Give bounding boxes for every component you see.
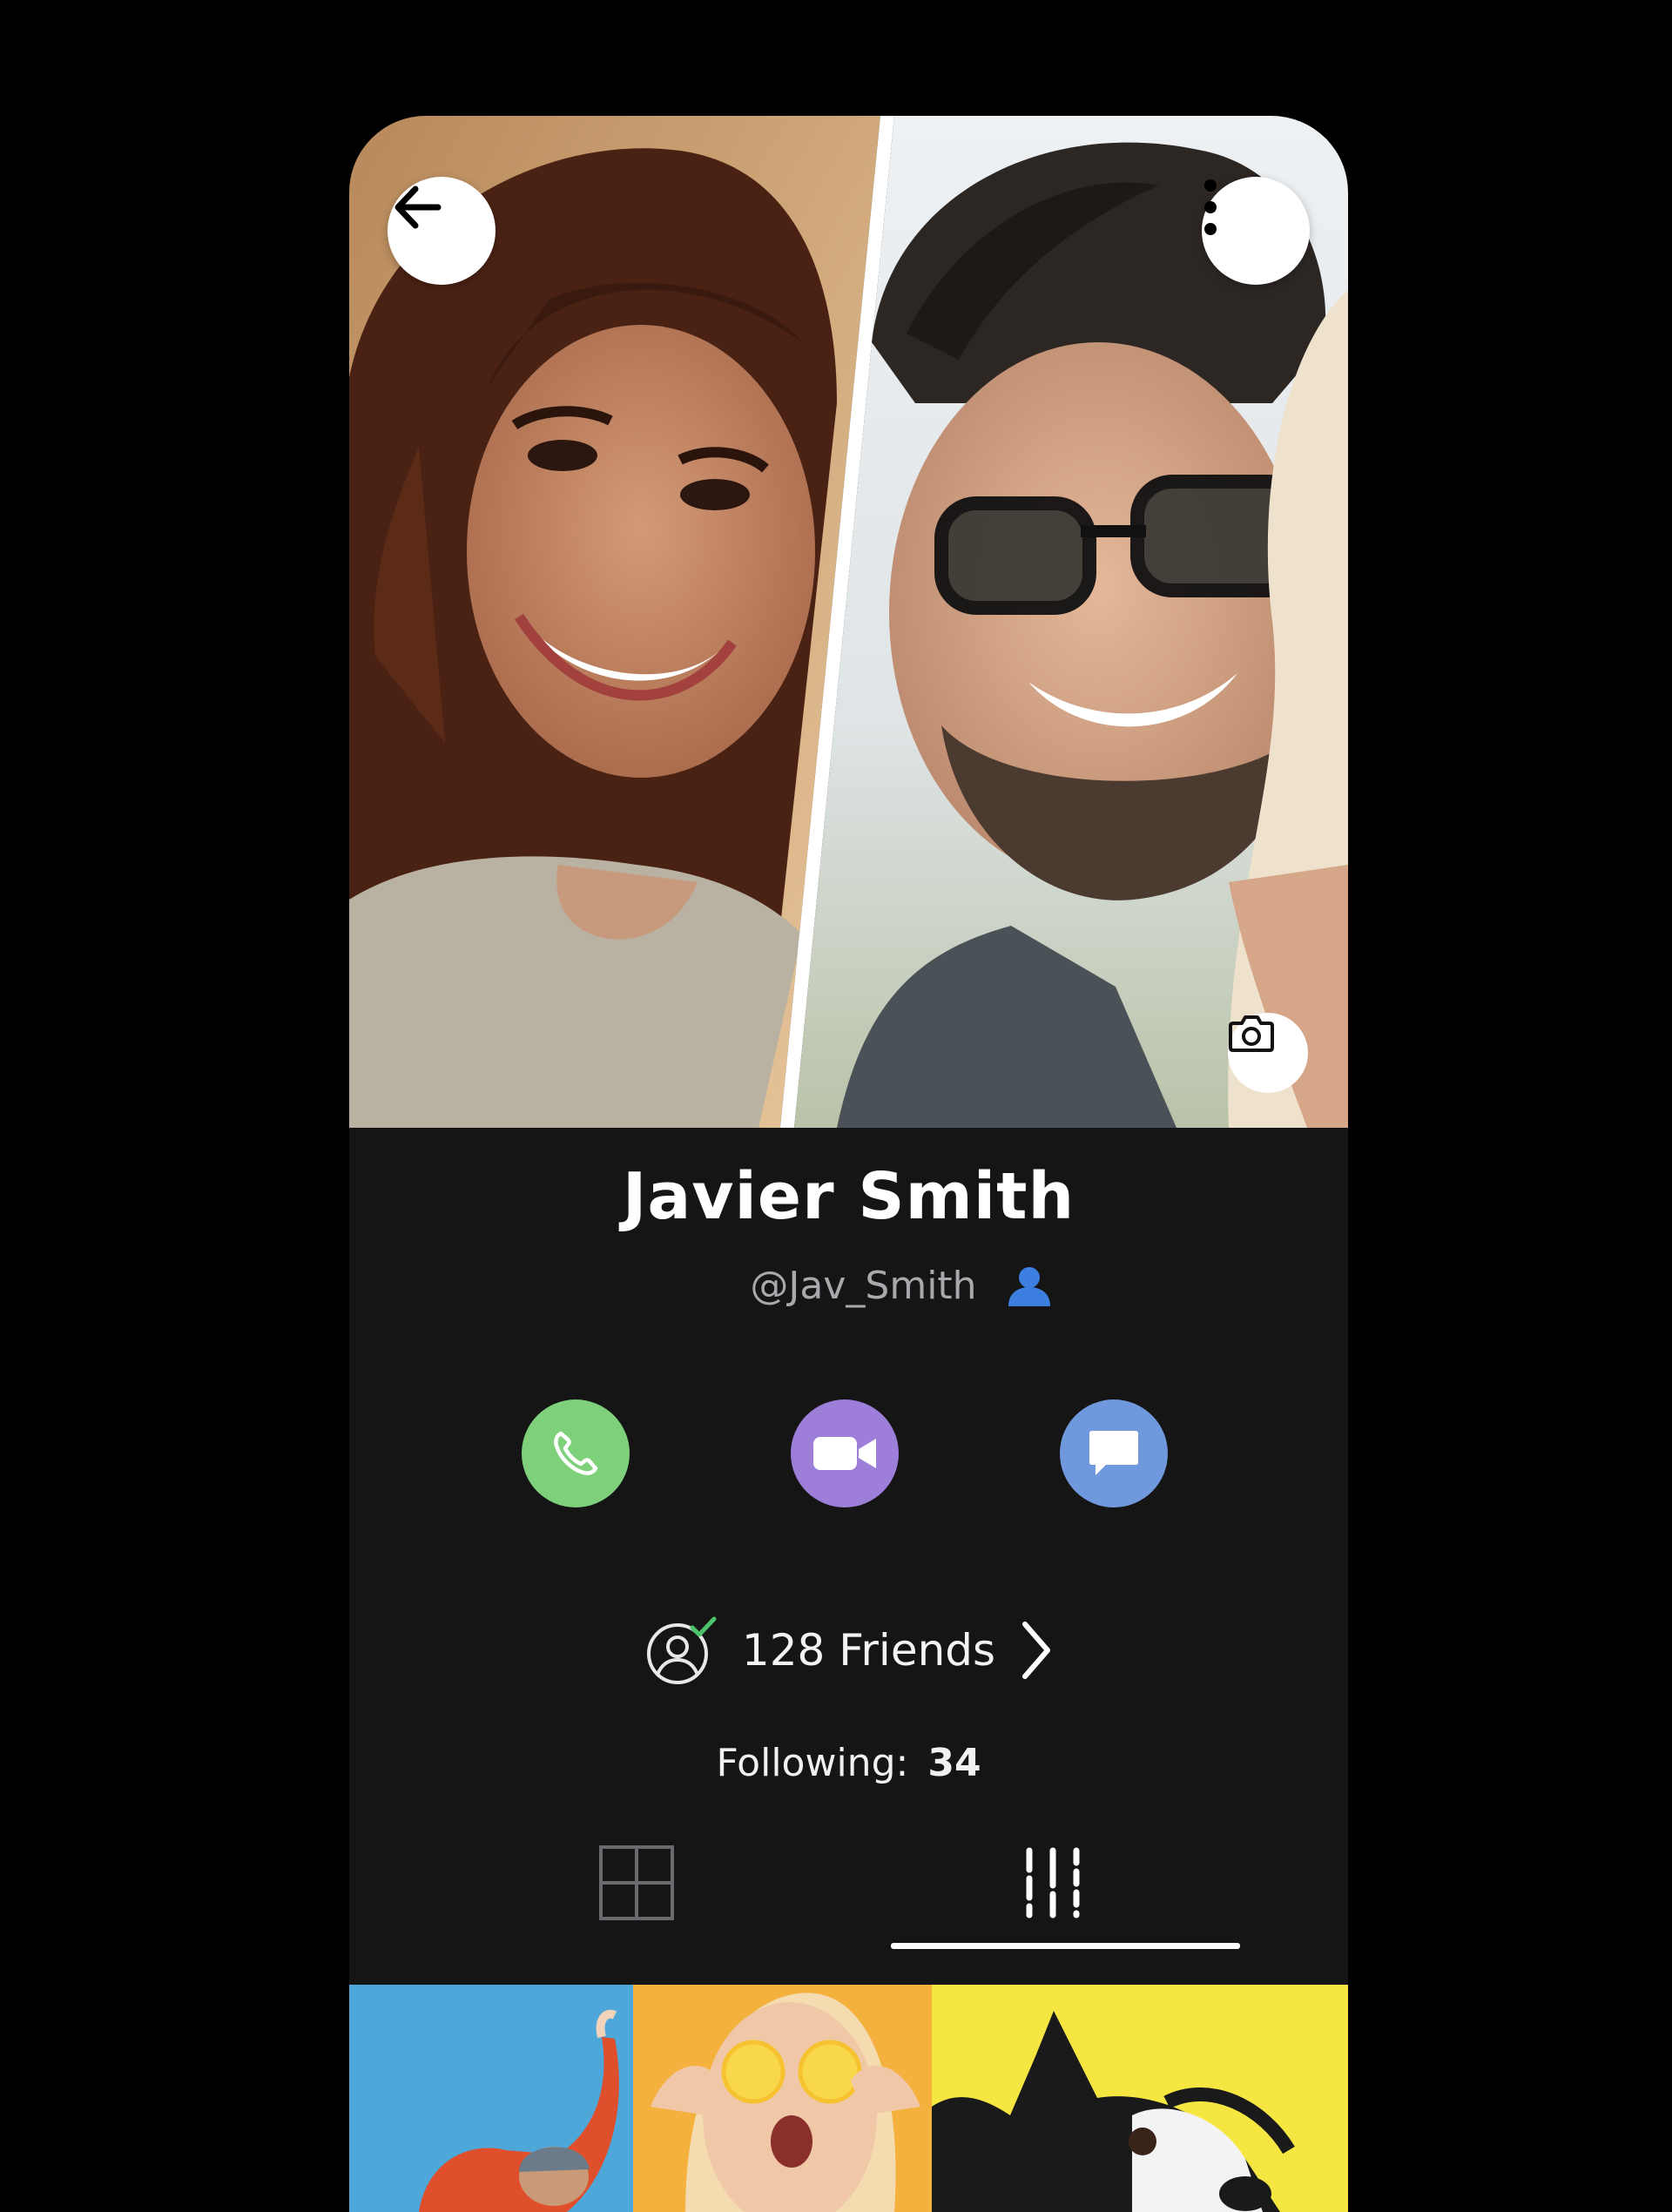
list-tab[interactable] — [1022, 1845, 1083, 1924]
media-thumbnail[interactable] — [932, 1985, 1348, 2212]
friends-check-icon — [646, 1616, 717, 1684]
friends-count: 128 Friends — [741, 1625, 996, 1676]
back-button[interactable] — [388, 177, 496, 285]
phone-icon — [554, 1431, 598, 1475]
cover-photos — [349, 116, 1348, 1128]
profile-name: Javier Smith — [622, 1159, 1075, 1234]
profile-handle: @Jav_Smith — [750, 1264, 977, 1308]
handle-row: @Jav_Smith — [349, 1264, 1348, 1308]
more-options-button[interactable] — [1202, 177, 1310, 285]
camera-icon — [1229, 1015, 1274, 1052]
following-label: Following: — [716, 1741, 909, 1785]
video-call-button[interactable] — [791, 1399, 899, 1507]
friends-row[interactable]: 128 Friends — [349, 1615, 1348, 1685]
video-camera-icon — [813, 1437, 876, 1470]
active-tab-indicator — [891, 1943, 1240, 1949]
media-thumbnail[interactable] — [349, 1985, 633, 2212]
columns-icon — [1026, 1847, 1080, 1919]
chevron-right-icon — [1022, 1622, 1051, 1679]
arrow-left-icon — [394, 185, 442, 229]
chat-bubble-icon — [1089, 1431, 1138, 1475]
following-count: 34 — [927, 1741, 981, 1785]
following-row: Following: 34 — [349, 1741, 1348, 1785]
grid-tab[interactable] — [599, 1845, 674, 1924]
more-vertical-icon — [1204, 179, 1217, 235]
profile-screen: Javier Smith @Jav_Smith 128 Friends Foll… — [349, 116, 1348, 2212]
person-icon — [1008, 1266, 1050, 1306]
message-button[interactable] — [1060, 1399, 1168, 1507]
call-button[interactable] — [522, 1399, 630, 1507]
grid-icon — [599, 1845, 674, 1920]
media-thumbnail[interactable] — [633, 1985, 932, 2212]
change-photo-button[interactable] — [1228, 1013, 1308, 1093]
